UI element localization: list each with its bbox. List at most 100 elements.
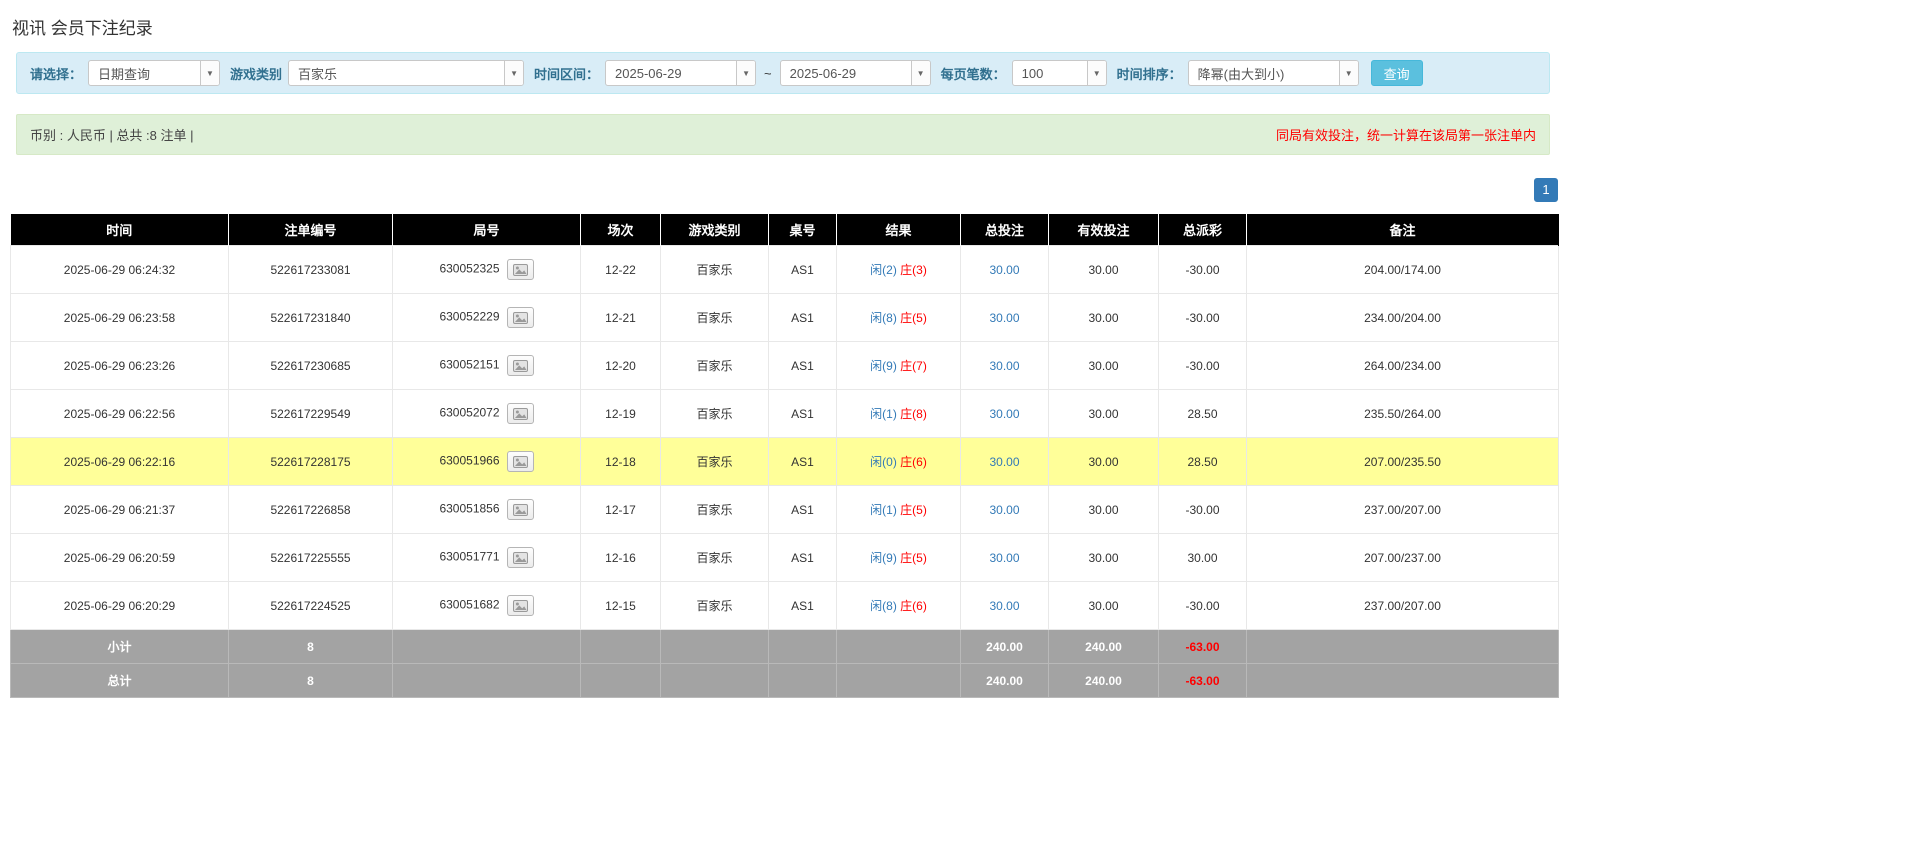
cell-result: 闲(1) 庄(5) [836,485,961,534]
cell-bet-id: 522617230685 [228,341,393,390]
date-to-input[interactable]: 2025-06-29 ▼ [779,60,931,86]
replay-image-icon [512,359,528,372]
cell-game-type: 百家乐 [660,293,769,342]
total-bet-link[interactable]: 30.00 [989,503,1019,517]
cell-bet-id: 522617229549 [228,389,393,438]
replay-icon-button[interactable] [506,307,534,328]
page-button-1[interactable]: 1 [1534,178,1558,202]
pagination-top: 1 [10,178,1558,202]
cell-table-no: AS1 [768,581,837,630]
date-mode-value: 日期查询 [98,66,151,82]
subtotal-row: 小计 8 240.00 240.00 -63.00 [10,629,1559,664]
cell-round: 630052151 [392,341,581,390]
date-from-input[interactable]: 2025-06-29 ▼ [605,60,757,86]
summary-bar: 币别 : 人民币 | 总共 :8 注单 | 同局有效投注，统一计算在该局第一张注… [16,114,1550,155]
cell-time: 2025-06-29 06:20:29 [10,581,229,630]
subtotal-payout: -63.00 [1158,629,1247,664]
chevron-down-icon: ▼ [1338,61,1358,85]
cell-table-no: AS1 [768,293,837,342]
search-button[interactable]: 查询 [1370,60,1423,86]
total-bet-link[interactable]: 30.00 [989,455,1019,469]
cell-note: 207.00/235.50 [1246,437,1559,486]
select-mode-label: 请选择： [30,66,83,82]
total-bet-link[interactable]: 30.00 [989,311,1019,325]
column-header: 局号 [392,214,581,246]
subtotal-label: 小计 [10,629,229,664]
total-bet-link[interactable]: 30.00 [989,407,1019,421]
total-bet-link[interactable]: 30.00 [989,263,1019,277]
date-mode-select[interactable]: 日期查询 ▼ [88,60,221,86]
cell-total-bet: 30.00 [960,437,1049,486]
cell-time: 2025-06-29 06:20:59 [10,533,229,582]
column-header: 桌号 [768,214,837,246]
page-size-label: 每页笔数： [940,66,1006,82]
replay-image-icon [512,551,528,564]
round-number: 630052151 [439,357,500,372]
cell-game-type: 百家乐 [660,533,769,582]
sort-select[interactable]: 降幂(由大到小) ▼ [1187,60,1359,86]
total-total-bet: 240.00 [960,663,1049,698]
cell-valid-bet: 30.00 [1048,341,1159,390]
result-banker: 庄(6) [900,455,927,469]
result-banker: 庄(5) [900,311,927,325]
cell-result: 闲(9) 庄(5) [836,533,961,582]
cell-bet-id: 522617233081 [228,245,393,294]
cell-table-no: AS1 [768,533,837,582]
cell-round: 630051966 [392,437,581,486]
page-container: 视讯 会员下注纪录 请选择： 日期查询 ▼ 游戏类别 百家乐 ▼ 时间区间： 2… [10,0,1559,846]
page-size-value: 100 [1021,65,1044,81]
cell-round: 630052229 [392,293,581,342]
replay-icon-button[interactable] [506,499,534,520]
result-banker: 庄(3) [900,263,927,277]
cell-note: 204.00/174.00 [1246,245,1559,294]
cell-payout: -30.00 [1158,581,1247,630]
cell-session: 12-17 [580,485,661,534]
result-player: 闲(9) [870,551,897,565]
cell-total-bet: 30.00 [960,245,1049,294]
cell-valid-bet: 30.00 [1048,485,1159,534]
cell-time: 2025-06-29 06:24:32 [10,245,229,294]
cell-bet-id: 522617226858 [228,485,393,534]
replay-icon-button[interactable] [506,355,534,376]
cell-table-no: AS1 [768,245,837,294]
cell-payout: 28.50 [1158,389,1247,438]
replay-icon-button[interactable] [506,403,534,424]
round-number: 630052072 [439,405,500,420]
cell-valid-bet: 30.00 [1048,245,1159,294]
valid-bet-note: 同局有效投注，统一计算在该局第一张注单内 [1275,128,1536,143]
table-row: 2025-06-29 06:20:59 522617225555 630051771… [10,533,1559,582]
total-bet-link[interactable]: 30.00 [989,551,1019,565]
page-size-select[interactable]: 100 ▼ [1011,60,1107,86]
cell-result: 闲(8) 庄(6) [836,581,961,630]
cell-payout: 28.50 [1158,437,1247,486]
cell-session: 12-15 [580,581,661,630]
column-header: 游戏类别 [660,214,769,246]
date-from-value: 2025-06-29 [615,65,682,81]
cell-total-bet: 30.00 [960,533,1049,582]
subtotal-total-bet: 240.00 [960,629,1049,664]
total-bet-link[interactable]: 30.00 [989,359,1019,373]
cell-note: 237.00/207.00 [1246,485,1559,534]
table-row: 2025-06-29 06:24:32 522617233081 630052325… [10,245,1559,294]
cell-game-type: 百家乐 [660,245,769,294]
total-bet-link[interactable]: 30.00 [989,599,1019,613]
replay-icon-button[interactable] [506,595,534,616]
column-header: 总派彩 [1158,214,1247,246]
chevron-down-icon: ▼ [200,61,220,85]
cell-payout: -30.00 [1158,341,1247,390]
result-player: 闲(9) [870,359,897,373]
cell-bet-id: 522617228175 [228,437,393,486]
cell-valid-bet: 30.00 [1048,437,1159,486]
cell-table-no: AS1 [768,437,837,486]
table-body: 2025-06-29 06:24:32 522617233081 630052325… [10,245,1559,630]
result-banker: 庄(5) [900,503,927,517]
replay-icon-button[interactable] [506,451,534,472]
cell-total-bet: 30.00 [960,581,1049,630]
game-type-select[interactable]: 百家乐 ▼ [288,60,525,86]
round-number: 630051771 [439,549,500,564]
page-title: 视讯 会员下注纪录 [12,19,153,38]
replay-icon-button[interactable] [506,547,534,568]
replay-icon-button[interactable] [506,259,534,280]
cell-round: 630051856 [392,485,581,534]
cell-round: 630052072 [392,389,581,438]
